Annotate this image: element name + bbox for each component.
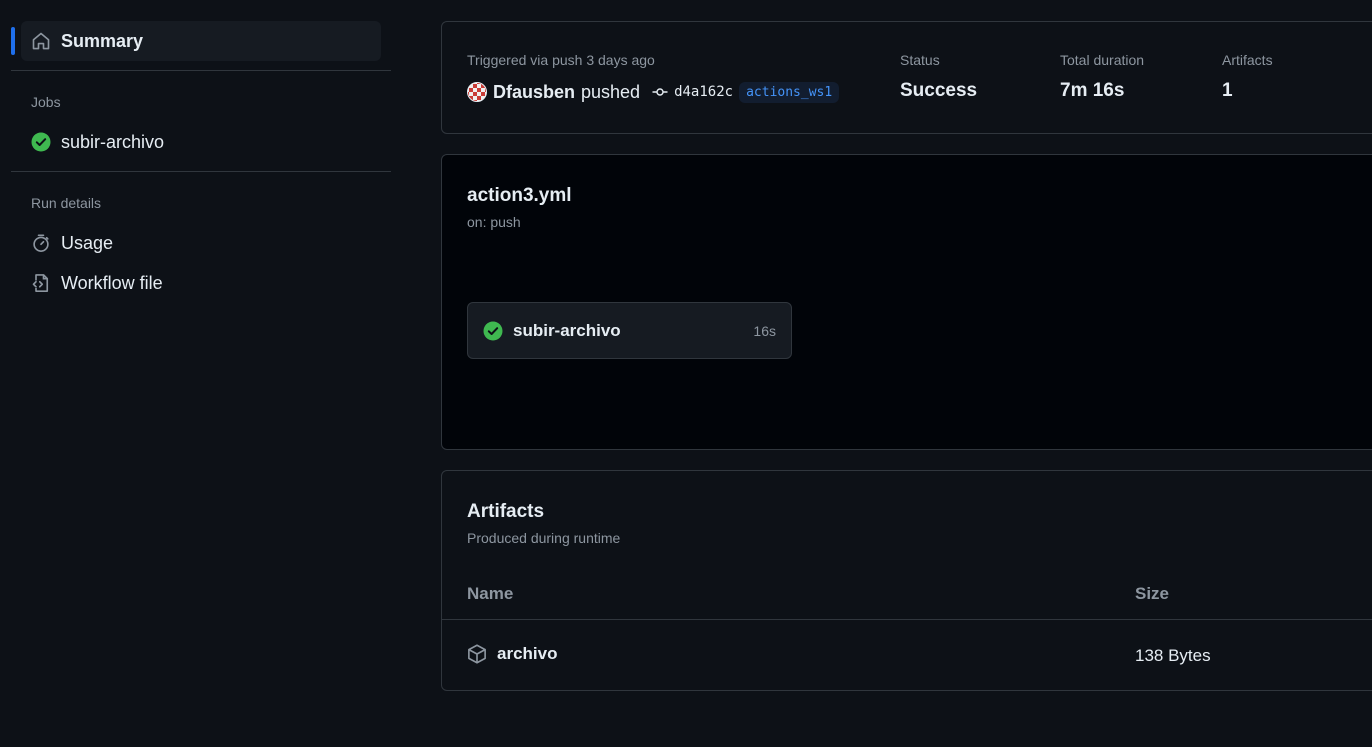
table-row: archivo 138 Bytes: [442, 620, 1372, 690]
workflow-graph-card: action3.yml on: push subir-archivo 16s: [441, 154, 1372, 450]
stopwatch-icon: [31, 233, 51, 253]
triggered-text: Triggered via push 3 days ago: [467, 52, 655, 68]
home-icon: [31, 31, 51, 51]
artifacts-count-value[interactable]: 1: [1222, 80, 1233, 102]
sidebar-item-usage[interactable]: Usage: [21, 223, 381, 263]
sidebar-item-label: subir-archivo: [61, 131, 165, 152]
sidebar-item-label: Summary: [61, 30, 144, 51]
sidebar-item-label: Usage: [61, 232, 114, 253]
workflow-file-name: action3.yml: [467, 185, 572, 206]
sidebar-divider: [11, 70, 391, 71]
sidebar-divider: [11, 171, 391, 172]
sidebar: Summary Jobs subir-archivo Run details U…: [0, 0, 400, 747]
run-details-heading: Run details: [31, 195, 102, 211]
git-commit-icon: [652, 84, 668, 100]
artifact-size: 138 Bytes: [1135, 646, 1211, 665]
duration-label: Total duration: [1060, 52, 1145, 68]
status-label: Status: [900, 52, 940, 68]
sidebar-item-label: Workflow file: [61, 272, 163, 293]
avatar[interactable]: [467, 82, 487, 102]
check-circle-icon: [483, 321, 503, 341]
active-indicator: [11, 27, 15, 55]
sidebar-item-workflow-file[interactable]: Workflow file: [21, 263, 381, 303]
file-code-icon: [31, 273, 51, 293]
job-node[interactable]: subir-archivo 16s: [467, 302, 792, 359]
check-circle-icon: [31, 132, 51, 152]
package-icon: [467, 644, 487, 664]
job-duration: 16s: [753, 322, 776, 339]
workflow-trigger: on: push: [467, 214, 521, 230]
run-summary-card: Triggered via push 3 days ago Dfausben p…: [441, 21, 1372, 134]
branch-tag[interactable]: actions_ws1: [739, 81, 840, 103]
column-header-name: Name: [467, 584, 514, 603]
artifacts-subtitle: Produced during runtime: [467, 530, 621, 546]
artifacts-card: Artifacts Produced during runtime Name S…: [441, 470, 1372, 691]
commit-sha: d4a162c: [674, 84, 734, 100]
status-value: Success: [900, 80, 978, 101]
artifacts-title: Artifacts: [467, 501, 545, 522]
duration-value: 7m 16s: [1060, 80, 1125, 101]
jobs-heading: Jobs: [31, 94, 61, 110]
push-info: Dfausben pushed d4a162c actions_ws1: [467, 80, 840, 104]
job-name: subir-archivo: [513, 320, 621, 340]
artifact-link[interactable]: archivo: [467, 644, 557, 664]
commit-link[interactable]: d4a162c: [652, 84, 733, 100]
username-link[interactable]: Dfausben: [493, 82, 575, 103]
column-header-size: Size: [1135, 584, 1170, 603]
artifacts-count-label: Artifacts: [1222, 52, 1273, 68]
artifact-name: archivo: [497, 644, 558, 663]
pushed-text: pushed: [581, 81, 641, 102]
sidebar-item-summary[interactable]: Summary: [21, 21, 381, 61]
sidebar-item-job[interactable]: subir-archivo: [21, 122, 381, 162]
